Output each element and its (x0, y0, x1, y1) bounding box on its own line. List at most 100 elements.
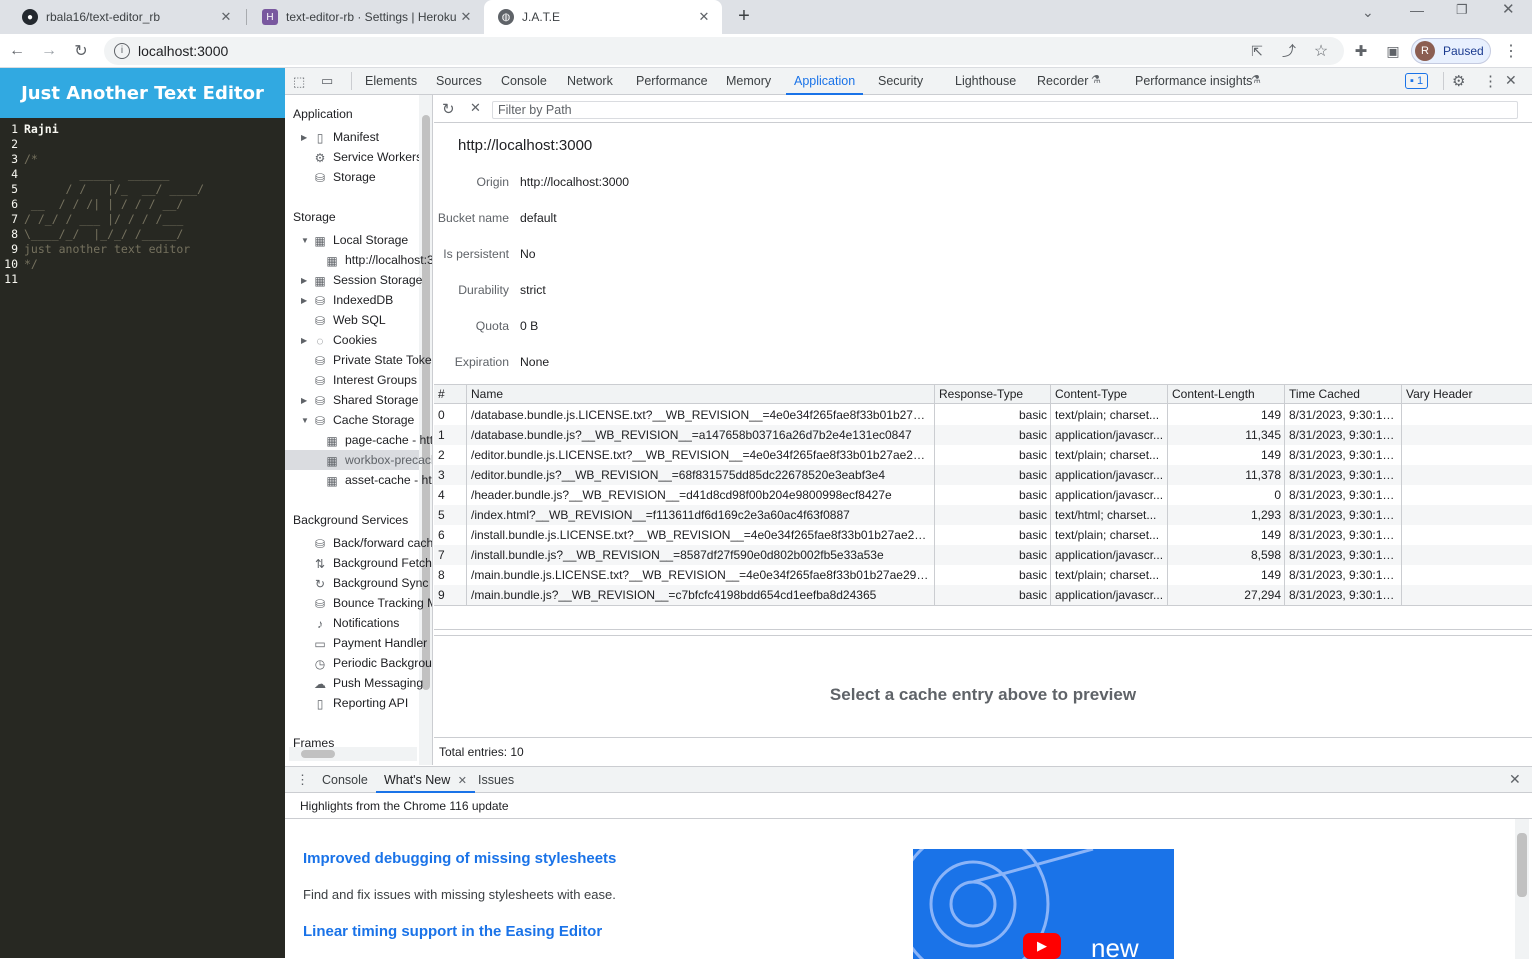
sidebar-item-storage-6[interactable]: ⛁ Private State Tokens (313, 350, 432, 370)
tab-console[interactable]: Console (501, 68, 547, 95)
table-row[interactable]: 1/database.bundle.js?__WB_REVISION__=a14… (434, 425, 1532, 445)
close-devtools-icon[interactable]: ✕ (1505, 72, 1517, 89)
column-header[interactable]: # (434, 384, 467, 404)
code-line[interactable]: 11 (0, 272, 24, 287)
sidebar-item-bg-3[interactable]: ⛁ Bounce Tracking Mitigations (313, 593, 432, 613)
sidebar-item-storage-7[interactable]: ⛁ Interest Groups (313, 370, 417, 390)
restore-window-button[interactable]: ❐ (1456, 2, 1468, 18)
sidebar-item-bg-5[interactable]: ▭ Payment Handler (313, 633, 427, 653)
sidebar-item-storage-8[interactable]: ⛁ Shared Storage (313, 390, 418, 410)
close-tab-icon[interactable]: ✕ (218, 9, 234, 25)
tab-elements[interactable]: Elements (365, 68, 417, 95)
sidebar-item-storage-4[interactable]: ⛁ Web SQL (313, 310, 386, 330)
address-bar[interactable]: i localhost:3000 (104, 37, 1344, 65)
code-line[interactable]: 6 __ / / /| | / / / __/ (0, 197, 183, 212)
tab-application[interactable]: Application (786, 68, 864, 95)
sidebar-item-storage-10[interactable]: ▦ page-cache - http://localhost:3000 (325, 430, 432, 450)
browser-tab-jate[interactable]: ◍ J.A.T.E ✕ (484, 0, 722, 34)
code-line[interactable]: 7 / /_/ / ___ |/ / / /___ (0, 212, 183, 227)
code-line[interactable]: 9 just another text editor (0, 242, 190, 257)
drawer-tab-console[interactable]: Console (322, 767, 368, 793)
video-thumbnail[interactable]: ▶ new (913, 849, 1174, 959)
sidebar-item-bg-4[interactable]: ♪ Notifications (313, 613, 399, 633)
tab-network[interactable]: Network (567, 68, 613, 95)
site-info-icon[interactable]: i (114, 43, 130, 59)
table-row[interactable]: 3/editor.bundle.js?__WB_REVISION__=68f83… (434, 465, 1532, 485)
code-editor[interactable]: 1 Rajni 2 3/* 4 _____ ______ 5 / / |/_ __/ __… (0, 122, 285, 322)
code-line[interactable]: 4 _____ ______ (0, 167, 169, 182)
collapse-arrow-icon[interactable]: ▼ (301, 416, 309, 425)
column-header[interactable]: Name (467, 384, 935, 404)
code-line[interactable]: 10 */ (0, 257, 38, 272)
browser-tab-heroku[interactable]: H text-editor-rb · Settings | Heroku ✕ (248, 0, 484, 34)
close-tab-icon[interactable]: ✕ (696, 9, 712, 25)
back-button[interactable]: ← (4, 38, 30, 64)
sidebar-item-storage-9[interactable]: ⛁ Cache Storage (313, 410, 414, 430)
tab-performance-insights[interactable]: Performance insights (1135, 68, 1252, 95)
drawer-menu-icon[interactable]: ⋮ (296, 772, 309, 788)
code-line[interactable]: 5 / / |/_ __/ ____/ (0, 182, 204, 197)
scrollbar-thumb[interactable] (301, 750, 335, 758)
column-header[interactable]: Content-Length (1168, 384, 1285, 404)
sidebar-item-storage-3[interactable]: ⛁ IndexedDB (313, 290, 393, 310)
issues-counter[interactable]: ▪ 1 (1405, 73, 1429, 89)
code-line[interactable]: 3 /* (0, 152, 38, 167)
sidebar-item-storage-11[interactable]: ▦ workbox-precache-v2-http://localhost:30… (325, 450, 432, 470)
extensions-icon[interactable]: ✚ (1348, 38, 1374, 64)
horizontal-scrollbar[interactable] (289, 747, 417, 761)
close-drawer-icon[interactable]: ✕ (1509, 771, 1521, 788)
url-text[interactable]: localhost:3000 (138, 43, 228, 59)
article-link-missing-stylesheets[interactable]: Improved debugging of missing stylesheet… (303, 850, 616, 867)
settings-gear-icon[interactable]: ⚙ (1452, 72, 1465, 90)
expand-arrow-icon[interactable]: ▶ (301, 396, 307, 405)
sidebar-item-bg-8[interactable]: ▯ Reporting API (313, 693, 409, 713)
close-tab-icon[interactable]: ✕ (458, 9, 474, 25)
close-window-button[interactable]: ✕ (1502, 0, 1515, 18)
tab-lighthouse[interactable]: Lighthouse (955, 68, 1016, 95)
collapse-arrow-icon[interactable]: ▼ (301, 236, 309, 245)
code-line[interactable]: 1 Rajni (0, 122, 59, 137)
tab-memory[interactable]: Memory (726, 68, 771, 95)
tab-search-icon[interactable]: ⌄ (1362, 4, 1374, 21)
tab-security[interactable]: Security (878, 68, 923, 95)
devtools-menu-icon[interactable]: ⋮ (1483, 72, 1498, 90)
profile-button[interactable]: R Paused (1411, 38, 1491, 64)
side-panel-icon[interactable]: ▣ (1380, 38, 1406, 64)
bookmark-star-icon[interactable]: ☆ (1308, 38, 1334, 64)
reload-button[interactable]: ↻ (68, 38, 94, 64)
code-line[interactable]: 2 (0, 137, 24, 152)
column-header[interactable]: Vary Header (1402, 384, 1532, 404)
sidebar-item-storage-0[interactable]: ▦ Local Storage (313, 230, 408, 250)
open-in-app-icon[interactable]: ⇱ (1244, 38, 1270, 64)
table-row[interactable]: 0/database.bundle.js.LICENSE.txt?__WB_RE… (434, 405, 1532, 425)
table-row[interactable]: 9/main.bundle.js?__WB_REVISION__=c7bfcfc… (434, 585, 1532, 605)
drawer-tab-whats-new[interactable]: What's New ✕ (376, 767, 475, 793)
sidebar-item-storage[interactable]: ⛁ Storage (313, 167, 376, 187)
sidebar-item-storage-12[interactable]: ▦ asset-cache - http://localhost:3000 (325, 470, 432, 490)
refresh-icon[interactable]: ↻ (442, 100, 455, 118)
expand-arrow-icon[interactable]: ▶ (301, 336, 307, 345)
table-row[interactable]: 8/main.bundle.js.LICENSE.txt?__WB_REVISI… (434, 565, 1532, 585)
sidebar-item-bg-1[interactable]: ⇅ Background Fetch (313, 553, 432, 573)
share-icon[interactable]: ⤴ (1276, 38, 1302, 64)
browser-tab-github[interactable]: ● rbala16/text-editor_rb ✕ (8, 0, 244, 34)
new-tab-button[interactable]: + (732, 4, 756, 28)
play-icon[interactable]: ▶ (1023, 933, 1061, 959)
table-row[interactable]: 2/editor.bundle.js.LICENSE.txt?__WB_REVI… (434, 445, 1532, 465)
sidebar-item-storage-1[interactable]: ▦ http://localhost:3000 (325, 250, 432, 270)
sidebar-item-bg-7[interactable]: ☁ Push Messaging (313, 673, 423, 693)
sidebar-item-storage-2[interactable]: ▦ Session Storage (313, 270, 422, 290)
chrome-menu-icon[interactable]: ⋮ (1498, 38, 1524, 64)
forward-button[interactable]: → (36, 38, 62, 64)
tab-recorder[interactable]: Recorder (1037, 68, 1088, 95)
sidebar-item-storage-5[interactable]: ◌ Cookies (313, 330, 377, 350)
clear-icon[interactable]: ✕ (470, 100, 481, 116)
column-header[interactable]: Response-Type (935, 384, 1051, 404)
sidebar-item-bg-2[interactable]: ↻ Background Sync (313, 573, 429, 593)
device-toolbar-icon[interactable]: ▭ (321, 73, 333, 89)
tab-performance[interactable]: Performance (636, 68, 708, 95)
expand-arrow-icon[interactable]: ▶ (301, 296, 307, 305)
table-row[interactable]: 6/install.bundle.js.LICENSE.txt?__WB_REV… (434, 525, 1532, 545)
expand-arrow-icon[interactable]: ▶ (301, 133, 307, 142)
table-row[interactable]: 4/header.bundle.js?__WB_REVISION__=d41d8… (434, 485, 1532, 505)
